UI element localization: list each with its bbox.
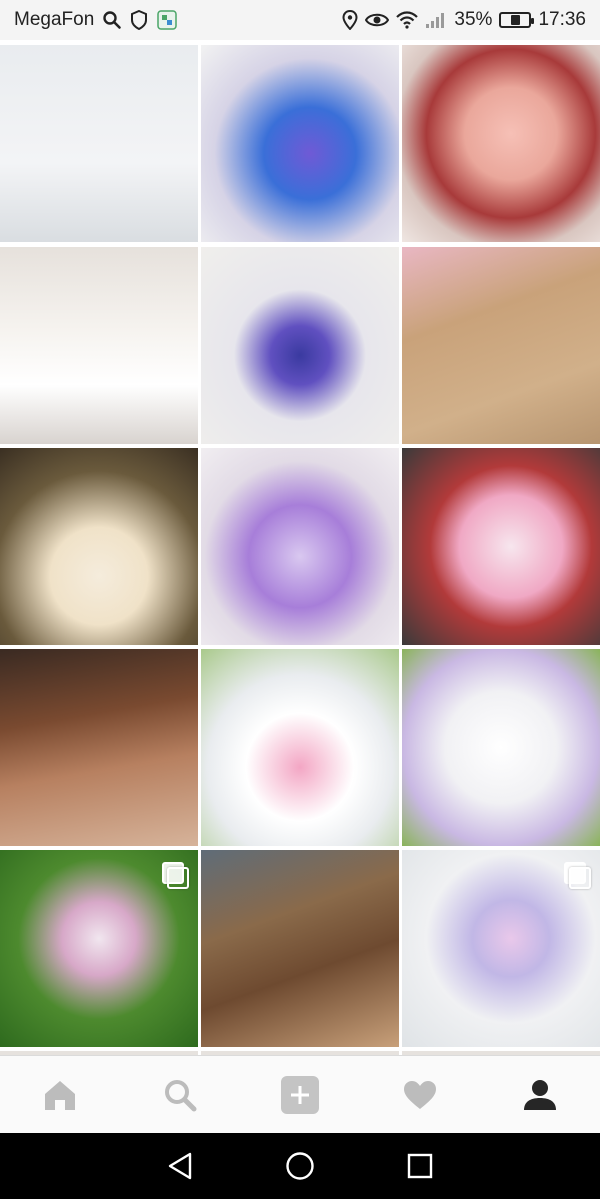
photo-strawberry-pink-cake[interactable] xyxy=(402,448,600,645)
search-icon xyxy=(102,10,122,30)
photo-thumbnail xyxy=(201,45,399,242)
multiple-photos-icon xyxy=(564,862,591,889)
search-tab[interactable] xyxy=(150,1065,210,1125)
photo-thumbnail xyxy=(402,45,600,242)
clock-time: 17:36 xyxy=(538,9,586,30)
signal-icon xyxy=(425,11,447,29)
profile-tab[interactable] xyxy=(510,1065,570,1125)
photo-ladybug-cake[interactable] xyxy=(0,45,198,242)
shield-icon xyxy=(130,10,148,30)
photo-pastel-cake-stand[interactable] xyxy=(402,850,600,1047)
home-icon xyxy=(45,1080,75,1110)
new-post-tab[interactable] xyxy=(270,1065,330,1125)
location-icon xyxy=(342,10,358,30)
photo-thumbnail xyxy=(0,448,198,645)
recents-square-icon xyxy=(407,1153,433,1179)
photo-gift-box[interactable] xyxy=(402,247,600,444)
photo-thumbnail xyxy=(402,649,600,846)
photo-easter-cake-wrapped[interactable] xyxy=(402,649,600,846)
profile-icon xyxy=(524,1079,556,1110)
back-triangle-icon xyxy=(168,1152,192,1180)
battery-fill xyxy=(510,15,520,25)
system-navigation-bar xyxy=(0,1133,600,1199)
photo-chocolate-eclairs[interactable] xyxy=(0,649,198,846)
system-home-button[interactable] xyxy=(275,1141,325,1191)
status-bar: MegaFon 35% 17:36 xyxy=(0,0,600,40)
photo-thumbnail xyxy=(402,247,600,444)
photo-thumbnail xyxy=(0,45,198,242)
battery-percent: 35% xyxy=(454,9,493,30)
status-left: MegaFon xyxy=(14,9,178,31)
battery-icon xyxy=(499,12,535,28)
eye-icon xyxy=(365,11,390,29)
photo-happy-birthday-cake[interactable] xyxy=(201,247,399,444)
wifi-icon xyxy=(396,11,419,29)
activity-tab[interactable] xyxy=(390,1065,450,1125)
photo-berry-purple-cake[interactable] xyxy=(201,448,399,645)
photo-thumbnail xyxy=(402,448,600,645)
heart-icon xyxy=(404,1080,436,1109)
photo-thumbnail xyxy=(201,850,399,1047)
multiple-photos-icon xyxy=(162,862,189,889)
search-icon xyxy=(165,1079,197,1111)
photo-galaxy-cake[interactable] xyxy=(201,45,399,242)
photo-berry-face-cake[interactable] xyxy=(201,649,399,846)
system-back-button[interactable] xyxy=(155,1141,205,1191)
status-right: 35% 17:36 xyxy=(342,9,586,31)
add-post-icon xyxy=(281,1075,319,1114)
app-notification-icon xyxy=(156,9,178,31)
photo-thumbnail xyxy=(0,247,198,444)
photo-thumbnail xyxy=(201,247,399,444)
home-circle-icon xyxy=(286,1152,314,1180)
bottom-navigation xyxy=(0,1055,600,1133)
photo-grid xyxy=(0,45,600,1055)
photo-rose-cupcake[interactable] xyxy=(402,45,600,242)
home-tab[interactable] xyxy=(30,1065,90,1125)
photo-bride-dress[interactable] xyxy=(0,247,198,444)
photo-pavlova[interactable] xyxy=(0,448,198,645)
photo-chocolate-eclairs-board[interactable] xyxy=(201,850,399,1047)
photo-thumbnail xyxy=(0,649,198,846)
photo-thumbnail xyxy=(201,649,399,846)
carrier-name: MegaFon xyxy=(14,9,95,30)
photo-easter-nest-cake[interactable] xyxy=(0,850,198,1047)
system-recents-button[interactable] xyxy=(395,1141,445,1191)
photo-thumbnail xyxy=(201,448,399,645)
